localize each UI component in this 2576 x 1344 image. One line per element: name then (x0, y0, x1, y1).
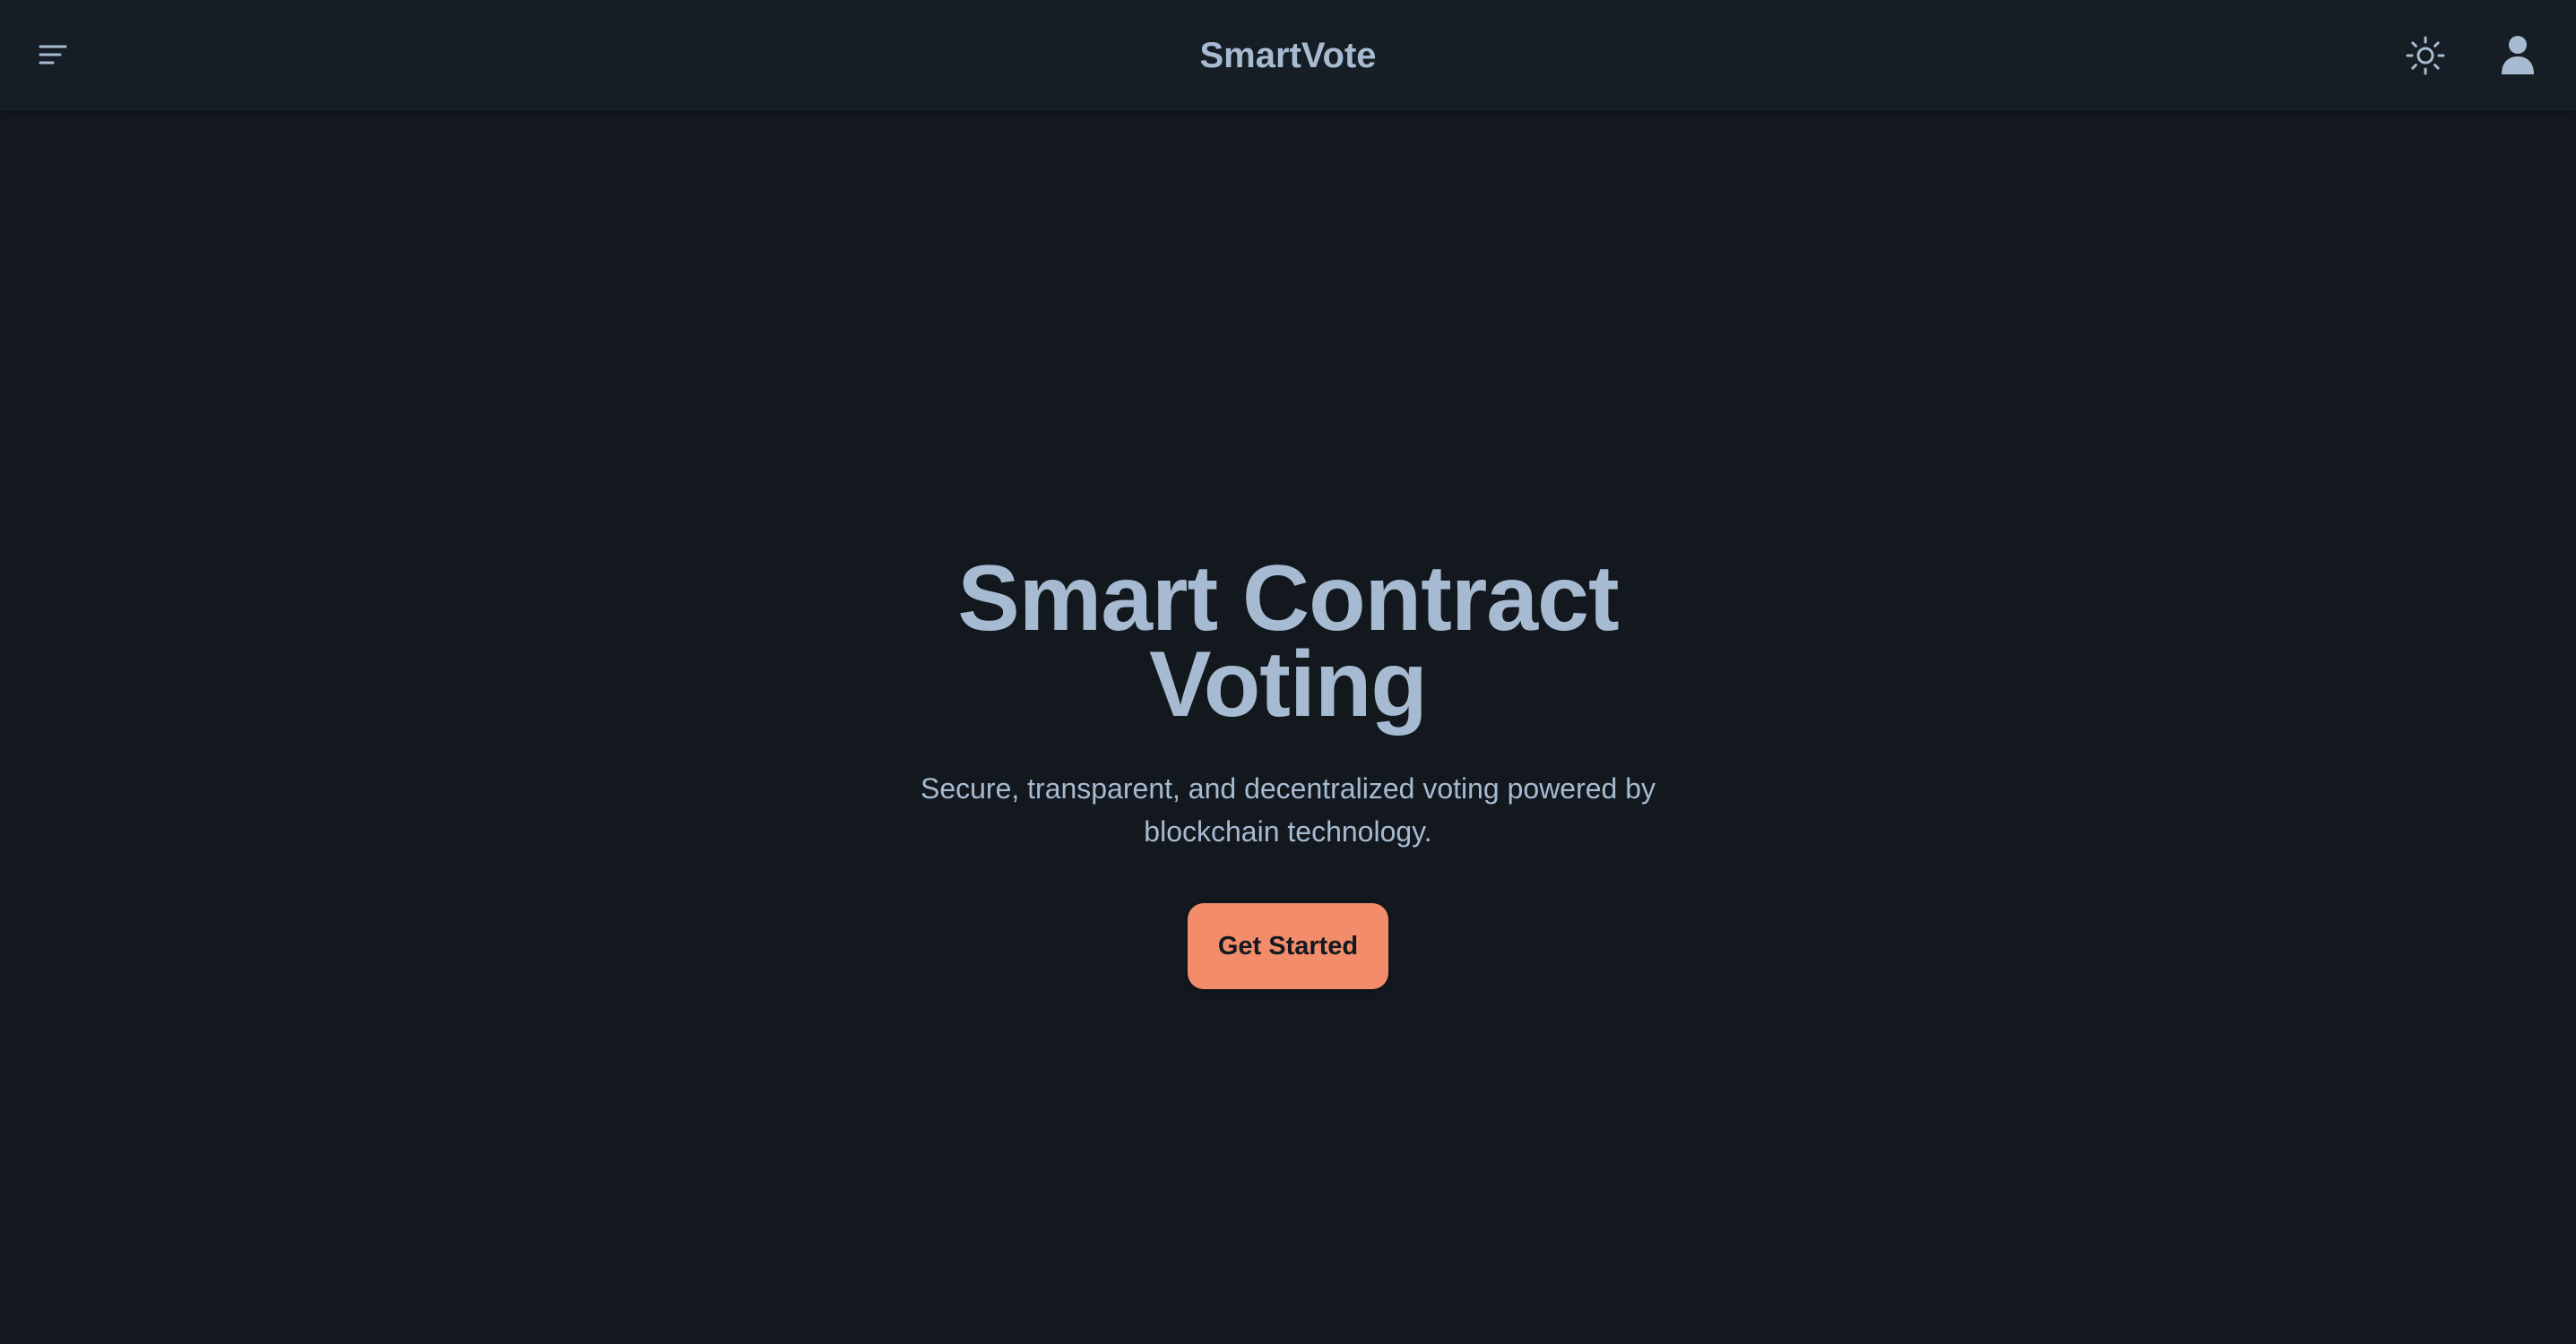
user-icon (2502, 36, 2534, 74)
navbar: SmartVote (0, 0, 2576, 111)
brand-link[interactable]: SmartVote (1199, 36, 1376, 75)
hero-section: Smart Contract Voting Secure, transparen… (0, 547, 2576, 989)
get-started-button[interactable]: Get Started (1187, 903, 1389, 989)
brand-title: SmartVote (0, 30, 2576, 81)
sun-icon (2406, 36, 2445, 75)
menu-button[interactable] (32, 34, 73, 75)
menu-icon (39, 45, 67, 65)
user-menu-button[interactable] (2494, 30, 2542, 81)
hero-title: Smart Contract Voting (957, 547, 1619, 737)
hero-subtitle: Secure, transparent, and decentralized v… (920, 772, 1656, 848)
app-root: SmartVote Smart Contract Voting Secure, … (0, 0, 2576, 1344)
theme-toggle-button[interactable] (2402, 32, 2449, 79)
